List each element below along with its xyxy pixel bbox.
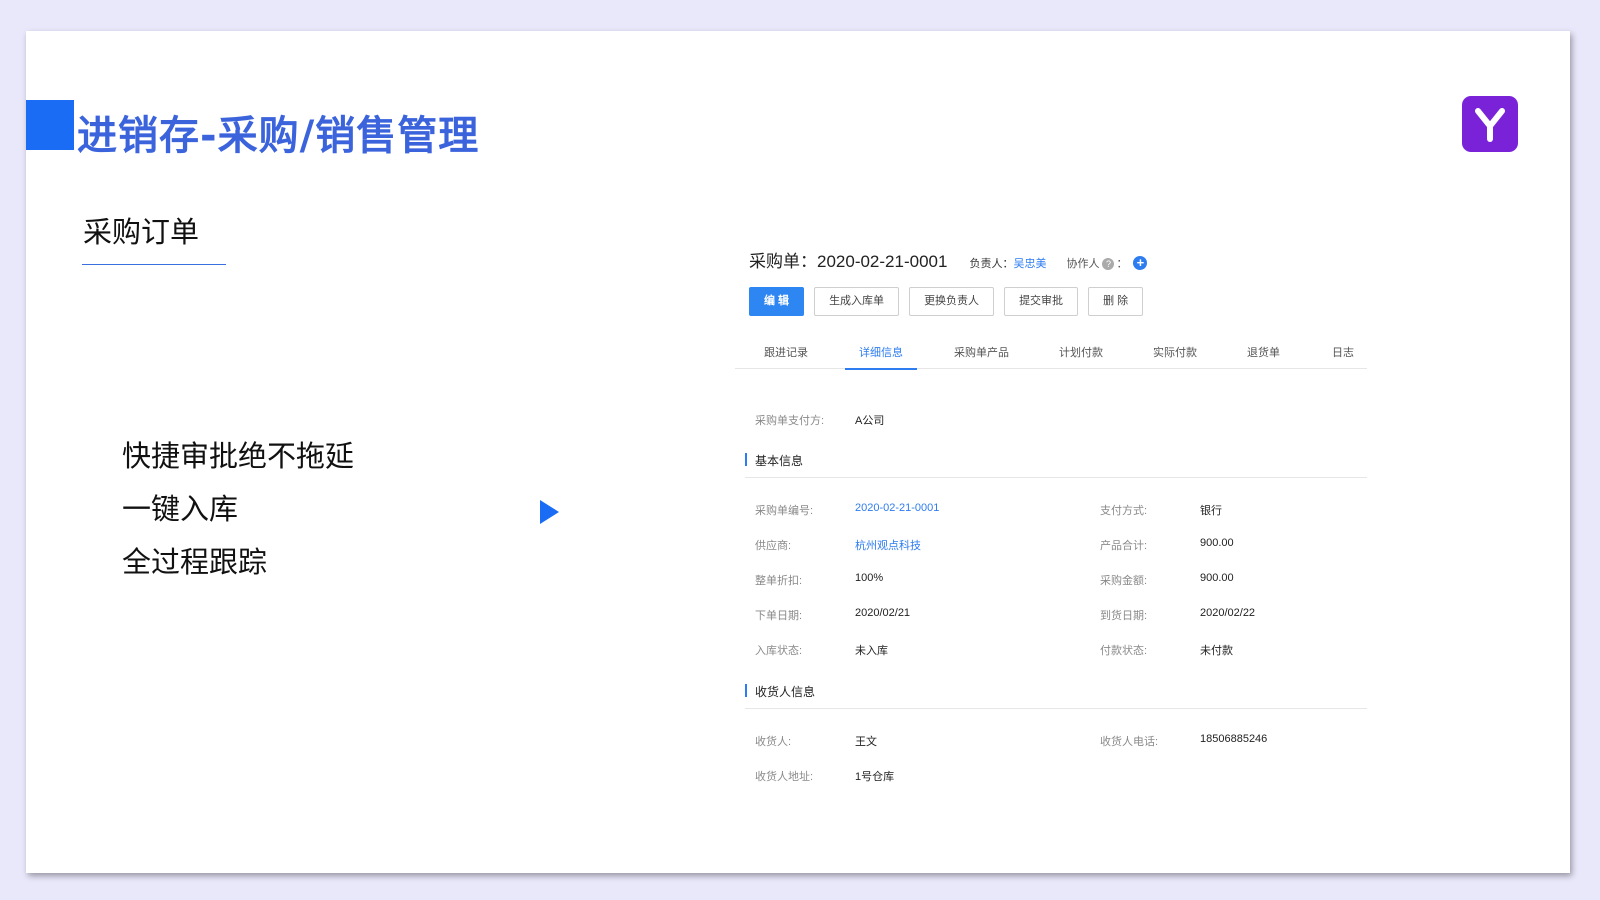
feature-item: 全过程跟踪 — [122, 545, 268, 579]
add-collaborator-icon[interactable]: + — [1133, 256, 1148, 270]
receiver-phone-label: 收货人电话: — [1100, 736, 1159, 748]
order-date-label: 下单日期: — [755, 610, 803, 622]
product-total-value: 900.00 — [1200, 537, 1234, 549]
tab-follow-up[interactable]: 跟进记录 — [764, 337, 808, 369]
inbound-status-label: 入库状态: — [755, 645, 803, 657]
feature-item: 一键入库 — [122, 492, 239, 526]
help-icon[interactable]: ? — [1102, 258, 1115, 270]
payment-status-value: 未付款 — [1200, 645, 1233, 657]
tab-log[interactable]: 日志 — [1332, 337, 1354, 369]
purchase-amount-label: 采购金额: — [1100, 575, 1148, 587]
section-title: 采购订单 — [83, 215, 200, 249]
submit-approval-button[interactable]: 提交审批 — [1004, 287, 1079, 316]
order-header: 采购单：2020-02-21-0001 负责人： 吴忠美 协作人 ? ： + — [749, 247, 1148, 272]
feature-item: 快捷审批绝不拖延 — [122, 439, 355, 473]
tab-details[interactable]: 详细信息 — [845, 337, 917, 370]
title-accent-block — [26, 100, 74, 150]
payment-method-value: 银行 — [1200, 505, 1222, 517]
receiver-label: 收货人: — [755, 736, 792, 748]
discount-label: 整单折扣: — [755, 575, 803, 587]
generate-inbound-button[interactable]: 生成入库单 — [814, 287, 900, 316]
change-owner-button[interactable]: 更换负责人 — [909, 287, 995, 316]
slide-title: 进销存-采购/销售管理 — [77, 113, 480, 159]
order-date-value: 2020/02/21 — [855, 607, 911, 619]
purchase-order-panel: 采购单：2020-02-21-0001 负责人： 吴忠美 协作人 ? ： + 编… — [735, 241, 1395, 811]
owner-name-link[interactable]: 吴忠美 — [1013, 255, 1046, 271]
play-arrow-icon — [540, 500, 559, 524]
discount-value: 100% — [855, 572, 884, 584]
detail-tabs: 跟进记录 详细信息 采购单产品 计划付款 实际付款 退货单 日志 — [735, 337, 1367, 370]
receiver-info-heading: 收货人信息 — [745, 683, 815, 700]
payer-label: 采购单支付方: — [755, 415, 825, 427]
order-title: 采购单：2020-02-21-0001 — [749, 252, 948, 271]
delete-button[interactable]: 删 除 — [1088, 287, 1144, 316]
supplier-label: 供应商: — [755, 540, 792, 552]
slide: 进销存-采购/销售管理 采购订单 快捷审批绝不拖延 一键入库 全过程跟踪 采购单… — [26, 31, 1570, 873]
payment-method-label: 支付方式: — [1100, 505, 1148, 517]
arrival-date-label: 到货日期: — [1100, 610, 1148, 622]
arrival-date-value: 2020/02/22 — [1200, 607, 1256, 619]
tab-planned-payment[interactable]: 计划付款 — [1059, 337, 1103, 369]
supplier-link[interactable]: 杭州观点科技 — [855, 537, 921, 553]
feature-list: 快捷审批绝不拖延 一键入库 全过程跟踪 — [122, 436, 354, 595]
order-no-label: 采购单编号: — [755, 505, 814, 517]
receiver-address-label: 收货人地址: — [755, 771, 814, 783]
owner-label: 负责人： — [969, 258, 1014, 270]
payment-status-label: 付款状态: — [1100, 645, 1148, 657]
section-underline — [82, 264, 226, 265]
product-total-label: 产品合计: — [1100, 540, 1148, 552]
collaborator-colon: ： — [1116, 258, 1128, 270]
brand-logo-icon — [1462, 96, 1518, 152]
purchase-amount-value: 900.00 — [1200, 572, 1234, 584]
tab-actual-payment[interactable]: 实际付款 — [1153, 337, 1197, 369]
basic-info-divider — [745, 477, 1367, 478]
basic-info-heading: 基本信息 — [745, 452, 803, 469]
tab-return-order[interactable]: 退货单 — [1247, 337, 1280, 369]
receiver-info-divider — [745, 708, 1367, 709]
order-no-value[interactable]: 2020-02-21-0001 — [855, 502, 939, 514]
receiver-value: 王文 — [855, 736, 877, 748]
receiver-address-value: 1号仓库 — [855, 771, 895, 783]
receiver-phone-value: 18506885246 — [1200, 733, 1268, 745]
collaborator-label: 协作人 — [1066, 258, 1100, 270]
edit-button[interactable]: 编 辑 — [749, 287, 805, 316]
payer-value: A公司 — [855, 415, 885, 427]
action-toolbar: 编 辑 生成入库单 更换负责人 提交审批 删 除 — [749, 287, 1153, 316]
inbound-status-value: 未入库 — [855, 645, 888, 657]
tab-order-products[interactable]: 采购单产品 — [954, 337, 1009, 369]
